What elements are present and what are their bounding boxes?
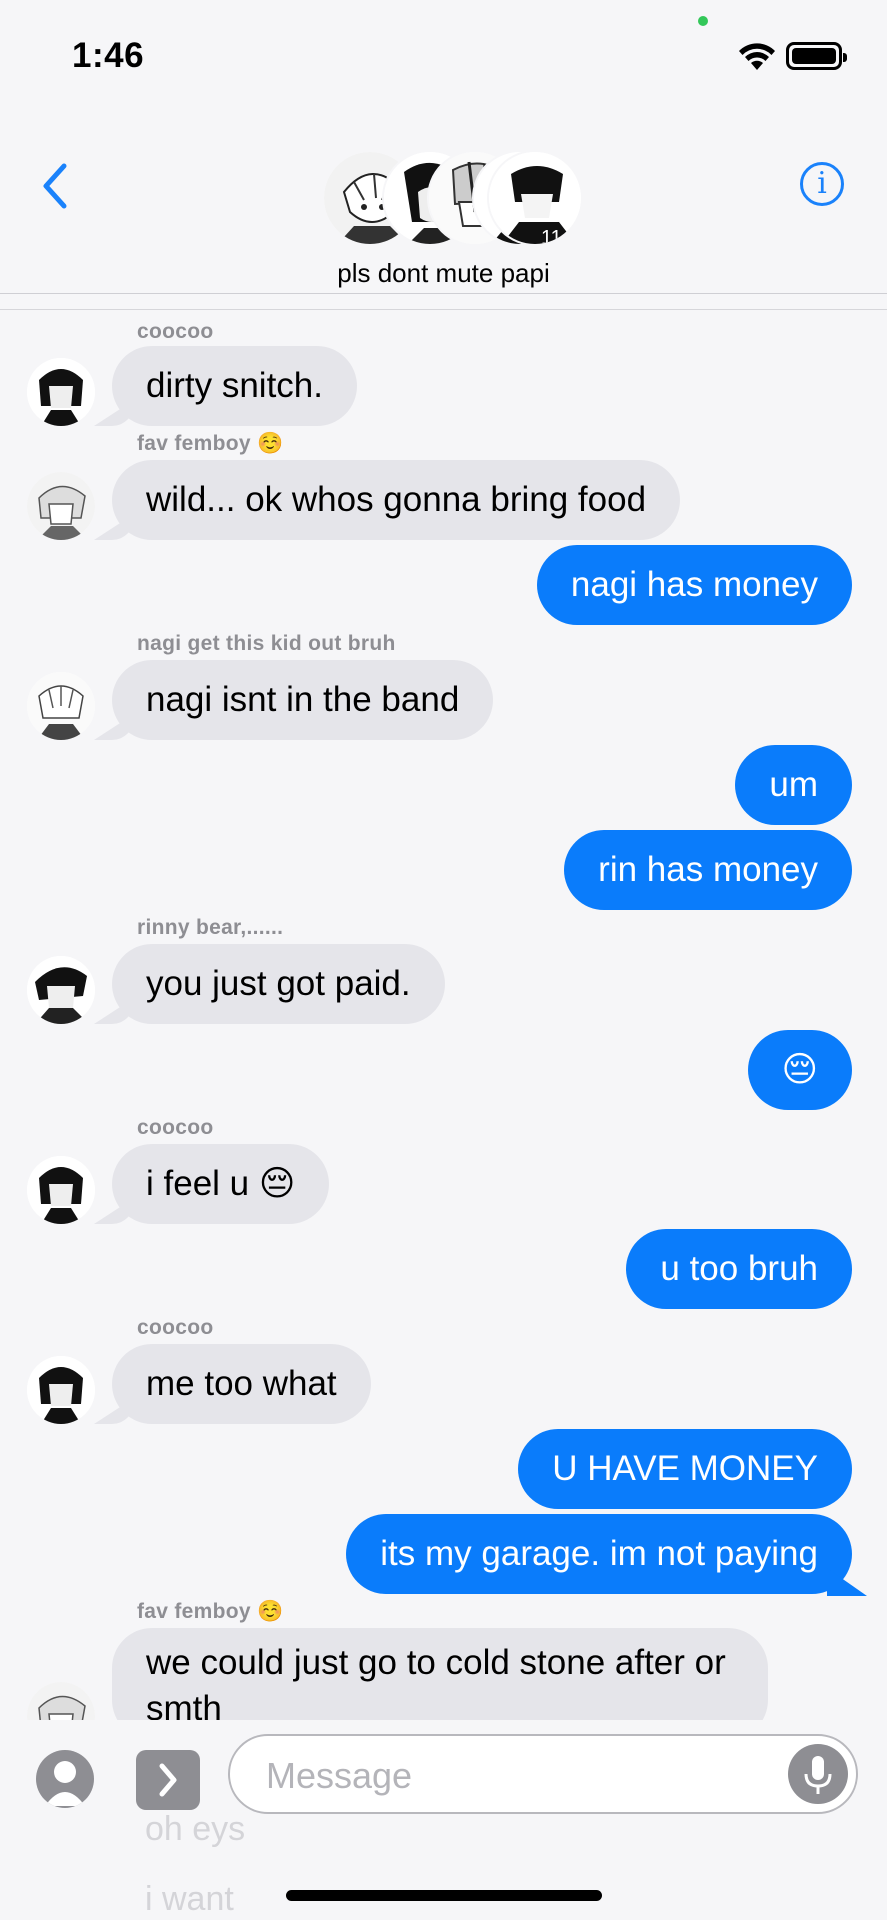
message-field[interactable] [228, 1734, 858, 1814]
sender-name: coocoo [137, 1116, 214, 1139]
sender-avatar [27, 358, 95, 426]
avatar: 11 [487, 150, 583, 246]
message-bubble-incoming[interactable]: nagi isnt in the band [112, 660, 494, 740]
sender-avatar [27, 472, 95, 540]
camera-indicator [698, 16, 708, 26]
info-icon[interactable]: i [800, 162, 844, 206]
ghost-text: oh eys [145, 1810, 246, 1848]
sender-name: coocoo [137, 1316, 214, 1339]
sender-name: fav femboy ☺️ [137, 432, 284, 455]
message-thread[interactable]: coocoo dirty snitch. fav femboy ☺️ wild.… [0, 310, 887, 1720]
message-bubble-outgoing[interactable]: u too bruh [626, 1229, 852, 1309]
message-bubble-outgoing[interactable]: 😔 [747, 1030, 852, 1110]
sender-avatar [27, 956, 95, 1024]
message-bubble-incoming[interactable]: wild... ok whos gonna bring food [112, 460, 681, 540]
back-chevron-icon[interactable] [40, 162, 70, 210]
message-bubble-outgoing[interactable]: nagi has money [536, 545, 852, 625]
message-bubble-incoming[interactable]: i feel u 😔 [112, 1144, 330, 1224]
status-bar: 1:46 [0, 0, 887, 110]
message-bubble-incoming[interactable]: dirty snitch. [112, 346, 357, 426]
message-bubble-incoming[interactable]: me too what [112, 1344, 371, 1424]
group-title[interactable]: pls dont mute papi [0, 258, 887, 289]
svg-text:11: 11 [541, 227, 562, 246]
sender-name: fav femboy ☺️ [137, 1600, 284, 1623]
conversation-header: 11 pls dont mute papi i [0, 110, 887, 293]
group-avatars[interactable]: 11 [322, 150, 583, 246]
message-bubble-outgoing[interactable]: U HAVE MONEY [518, 1429, 852, 1509]
message-bubble-outgoing[interactable]: um [735, 745, 852, 825]
message-bubble-incoming[interactable]: we could just go to cold stone after or … [112, 1628, 768, 1720]
message-input[interactable] [264, 1754, 748, 1798]
sender-avatar [27, 1156, 95, 1224]
memoji-icon[interactable] [36, 1750, 94, 1808]
header-divider [0, 293, 887, 294]
status-time: 1:46 [72, 36, 145, 75]
sender-avatar [27, 1356, 95, 1424]
app-drawer-button[interactable] [136, 1750, 200, 1810]
microphone-icon[interactable] [788, 1744, 848, 1804]
message-bubble-outgoing[interactable]: its my garage. im not paying [346, 1514, 852, 1594]
home-indicator[interactable] [286, 1890, 602, 1901]
message-bubble-incoming[interactable]: you just got paid. [112, 944, 445, 1024]
sender-name: coocoo [137, 320, 214, 343]
sender-name: nagi get this kid out bruh [137, 632, 396, 655]
sender-avatar [27, 1682, 95, 1720]
battery-icon [786, 42, 847, 70]
sender-avatar [27, 672, 95, 740]
ghost-text: i want [145, 1880, 234, 1918]
sender-name: rinny bear,...... [137, 916, 284, 939]
wifi-icon [739, 43, 775, 70]
message-bubble-outgoing[interactable]: rin has money [564, 830, 852, 910]
